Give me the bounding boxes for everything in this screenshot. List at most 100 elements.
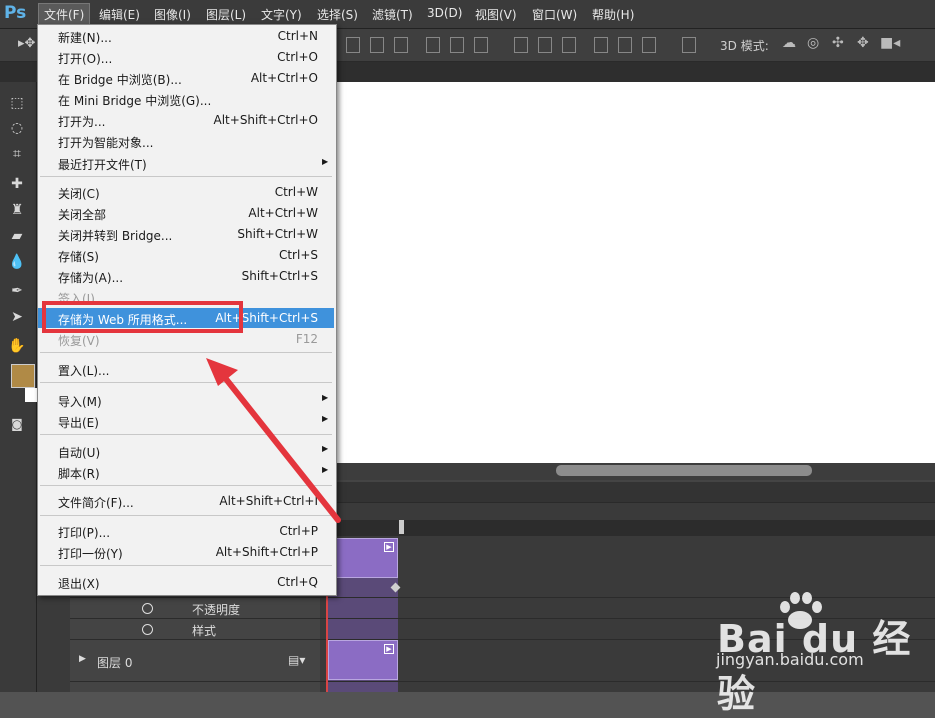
scrollbar-thumb[interactable]	[556, 465, 812, 476]
submenu-arrow-icon: ▶	[322, 393, 329, 402]
shortcut-save: Ctrl+S	[278, 248, 318, 262]
menu-3d[interactable]: 3D(D)	[427, 6, 462, 20]
menu-item-place[interactable]: 置入(L)...	[58, 362, 110, 379]
menu-separator	[40, 485, 332, 486]
menu-item-open-smart-object[interactable]: 打开为智能对象...	[58, 134, 153, 151]
align-center-icon[interactable]	[450, 37, 464, 53]
menu-item-browse-mini-bridge[interactable]: 在 Mini Bridge 中浏览(G)...	[58, 92, 211, 109]
distribute-center-icon[interactable]	[618, 37, 632, 53]
menu-separator	[40, 176, 332, 177]
menu-item-recent-files[interactable]: 最近打开文件(T)	[58, 156, 147, 173]
menu-item-print-one-copy[interactable]: 打印一份(Y)	[58, 545, 123, 562]
background-color-swatch[interactable]	[25, 388, 37, 402]
shortcut-new: Ctrl+N	[277, 29, 318, 43]
shortcut-file-info: Alt+Shift+Ctrl+I	[219, 494, 318, 508]
submenu-arrow-icon: ▶	[322, 465, 329, 474]
menu-item-open[interactable]: 打开(O)...	[58, 50, 112, 67]
menu-separator	[40, 382, 332, 383]
opacity-row-label: 不透明度	[192, 603, 241, 617]
timeline-ruler[interactable]	[320, 520, 935, 536]
pen-tool-icon[interactable]: ✒	[8, 283, 26, 299]
3d-rotate-icon[interactable]: ☁	[782, 35, 796, 51]
3d-pan-icon[interactable]: ✣	[832, 35, 844, 51]
align-bottom-icon[interactable]	[394, 37, 408, 53]
path-select-icon[interactable]: ➤	[8, 309, 26, 325]
expand-triangle-icon[interactable]: ▶	[79, 654, 86, 664]
menu-item-save[interactable]: 存储(S)	[58, 248, 99, 265]
hand-tool-icon[interactable]: ✋	[8, 338, 26, 354]
align-top-icon[interactable]	[346, 37, 360, 53]
align-left-icon[interactable]	[426, 37, 440, 53]
shortcut-close: Ctrl+W	[274, 185, 318, 199]
submenu-arrow-icon: ▶	[322, 444, 329, 453]
video-clip[interactable]: ▶	[328, 538, 398, 578]
clip-expand-icon[interactable]: ▶	[384, 644, 394, 654]
menu-item-browse-bridge[interactable]: 在 Bridge 中浏览(B)...	[58, 71, 182, 88]
menu-edit[interactable]: 编辑(E)	[99, 6, 140, 23]
menu-layer[interactable]: 图层(L)	[206, 6, 246, 23]
menu-item-export[interactable]: 导出(E)	[58, 414, 99, 431]
3d-mode-label: 3D 模式:	[720, 39, 769, 53]
menu-separator	[40, 515, 332, 516]
menu-item-close-go-bridge[interactable]: 关闭并转到 Bridge...	[58, 227, 172, 244]
menu-item-print[interactable]: 打印(P)...	[58, 524, 110, 541]
submenu-arrow-icon: ▶	[322, 157, 329, 166]
3d-slide-icon[interactable]: ✥	[857, 35, 869, 51]
eraser-tool-icon[interactable]: ▰	[8, 228, 26, 244]
menu-item-close-all[interactable]: 关闭全部	[58, 206, 106, 223]
distribute-bottom-icon[interactable]	[562, 37, 576, 53]
distribute-middle-icon[interactable]	[538, 37, 552, 53]
menu-item-file-info[interactable]: 文件简介(F)...	[58, 494, 134, 511]
layer-row-label: 图层 0	[97, 656, 133, 670]
shortcut-browse-bridge: Alt+Ctrl+O	[250, 71, 318, 85]
3d-camera-icon[interactable]: ■◂	[880, 35, 900, 51]
align-middle-icon[interactable]	[370, 37, 384, 53]
menu-item-close[interactable]: 关闭(C)	[58, 185, 100, 202]
menu-image[interactable]: 图像(I)	[154, 6, 191, 23]
clip-expand-icon[interactable]: ▶	[384, 542, 394, 552]
stopwatch-icon[interactable]	[142, 624, 153, 635]
photoshop-logo: Ps	[4, 3, 27, 23]
distribute-right-icon[interactable]	[642, 37, 656, 53]
stopwatch-icon[interactable]	[142, 603, 153, 614]
move-tool-icon[interactable]: ▸✥	[18, 36, 35, 51]
foreground-color-swatch[interactable]	[11, 364, 35, 388]
menu-help[interactable]: 帮助(H)	[592, 6, 634, 23]
crop-tool-icon[interactable]: ⌗	[8, 146, 26, 162]
menu-file[interactable]: 文件(F)	[38, 3, 91, 26]
menu-item-open-as[interactable]: 打开为...	[58, 113, 105, 130]
annotation-highlight-box	[42, 301, 243, 333]
menu-filter[interactable]: 滤镜(T)	[372, 6, 413, 23]
menu-separator	[40, 434, 332, 435]
film-strip-icon[interactable]: ▤▾	[288, 653, 305, 667]
document-canvas[interactable]	[337, 82, 935, 463]
shortcut-print: Ctrl+P	[279, 524, 318, 538]
menu-item-import[interactable]: 导入(M)	[58, 393, 102, 410]
align-right-icon[interactable]	[474, 37, 488, 53]
menu-type[interactable]: 文字(Y)	[261, 6, 302, 23]
healing-brush-icon[interactable]: ✚	[8, 176, 26, 192]
menu-item-exit[interactable]: 退出(X)	[58, 575, 100, 592]
menu-item-scripts[interactable]: 脚本(R)	[58, 465, 100, 482]
marquee-tool-icon[interactable]: ⬚	[8, 95, 26, 111]
menu-item-save-as[interactable]: 存储为(A)...	[58, 269, 123, 286]
menu-item-new[interactable]: 新建(N)...	[58, 29, 112, 46]
work-area-end-handle[interactable]	[399, 520, 404, 534]
menu-select[interactable]: 选择(S)	[317, 6, 358, 23]
video-clip[interactable]: ▶	[328, 640, 398, 680]
3d-roll-icon[interactable]: ◎	[807, 35, 819, 51]
distribute-top-icon[interactable]	[514, 37, 528, 53]
clone-stamp-icon[interactable]: ♜	[8, 202, 26, 218]
menu-item-automate[interactable]: 自动(U)	[58, 444, 100, 461]
menu-view[interactable]: 视图(V)	[475, 6, 517, 23]
menu-window[interactable]: 窗口(W)	[532, 6, 577, 23]
shortcut-open: Ctrl+O	[277, 50, 318, 64]
shortcut-save-as: Shift+Ctrl+S	[241, 269, 318, 283]
lasso-tool-icon[interactable]: ◌	[8, 120, 26, 136]
auto-align-icon[interactable]	[682, 37, 696, 53]
shortcut-close-go-bridge: Shift+Ctrl+W	[237, 227, 318, 241]
distribute-left-icon[interactable]	[594, 37, 608, 53]
menu-separator	[40, 565, 332, 566]
blur-tool-icon[interactable]: 💧	[8, 254, 26, 270]
quick-mask-icon[interactable]: ◙	[8, 416, 26, 432]
